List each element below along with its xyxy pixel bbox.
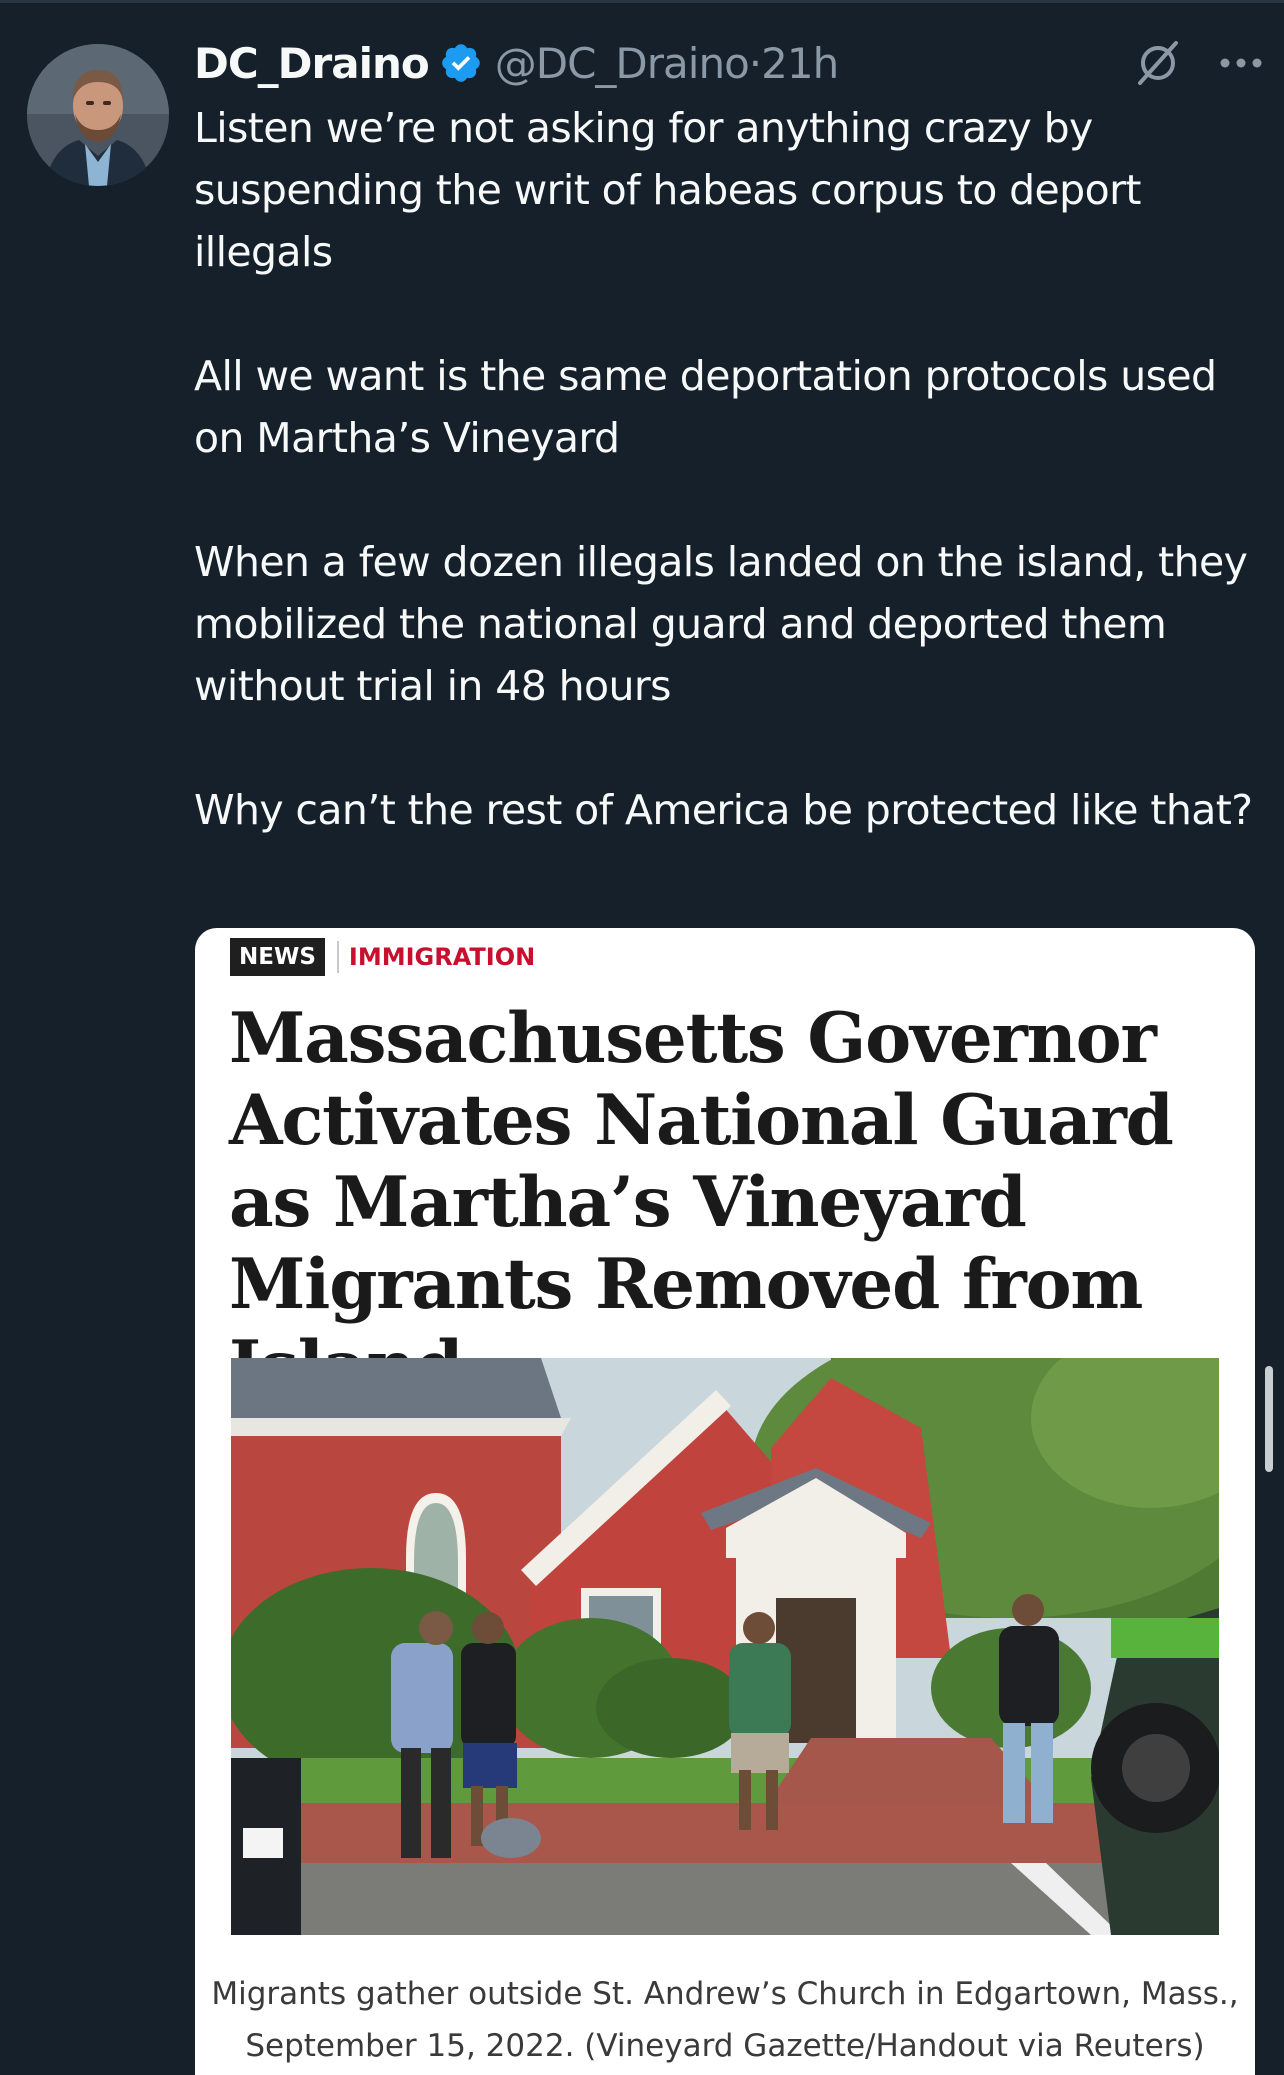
more-options-icon[interactable]: [1218, 53, 1264, 73]
scrollbar[interactable]: [1265, 1366, 1273, 1472]
category-tag: IMMIGRATION: [348, 943, 536, 971]
tweet-header: DC_Draino @DC_Draino · 21h: [194, 34, 1264, 92]
tweet-text: Listen we’re not asking for anything cra…: [194, 97, 1254, 841]
handle[interactable]: @DC_Draino: [495, 39, 750, 88]
verified-badge-icon: [439, 41, 483, 85]
tweet-paragraph: All we want is the same deportation prot…: [194, 352, 1217, 462]
photo-caption: Migrants gather outside St. Andrew’s Chu…: [195, 1968, 1255, 2072]
header-actions: [1134, 34, 1264, 92]
tweet-paragraph: Listen we’re not asking for anything cra…: [194, 104, 1141, 276]
avatar-image: [27, 44, 169, 186]
avatar[interactable]: [27, 44, 169, 186]
article-tags: NEWS IMMIGRATION: [230, 938, 536, 976]
tweet-paragraph: When a few dozen illegals landed on the …: [194, 538, 1248, 710]
news-tag: NEWS: [230, 938, 325, 976]
top-divider: [0, 0, 1284, 3]
tag-divider: [336, 941, 339, 973]
attached-article-image[interactable]: NEWS IMMIGRATION Massachusetts Governor …: [195, 928, 1255, 2075]
grok-icon[interactable]: [1134, 39, 1182, 87]
tweet-paragraph: Why can’t the rest of America be protect…: [194, 786, 1253, 834]
article-headline: Massachusetts Governor Activates Nationa…: [229, 998, 1174, 1407]
article-photo: [231, 1358, 1219, 1935]
separator-dot: ·: [748, 38, 762, 88]
caption-line: Migrants gather outside St. Andrew’s Chu…: [211, 1976, 1239, 2012]
display-name[interactable]: DC_Draino: [194, 39, 430, 88]
timestamp[interactable]: 21h: [761, 39, 839, 88]
caption-line: September 15, 2022. (Vineyard Gazette/Ha…: [245, 2028, 1205, 2064]
